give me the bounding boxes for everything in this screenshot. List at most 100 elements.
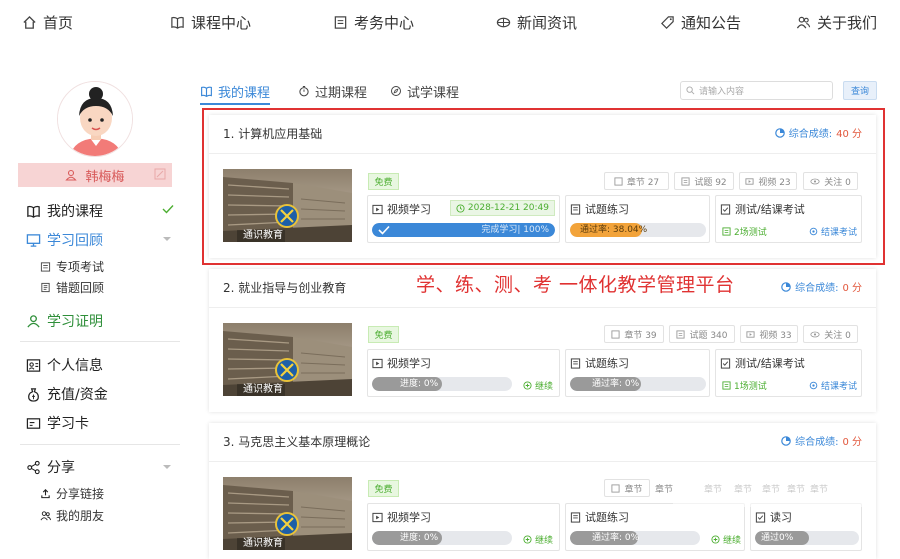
exercise-progress-bar: 通过率: 0% xyxy=(570,377,706,391)
book-icon xyxy=(27,205,40,218)
stat-label: 试题 340 xyxy=(689,330,728,341)
continue-button[interactable]: 继续 xyxy=(523,379,553,392)
video-study-box[interactable]: 视频学习 进度: 0% 继续 xyxy=(367,349,560,397)
nav-news[interactable]: 新闻资讯 xyxy=(496,11,577,33)
promo-caption: 学、练、测、考 一体化教学管理平台 xyxy=(416,274,735,296)
id-card-icon xyxy=(26,358,41,372)
video-study-box[interactable]: 视频学习 进度: 0% 继续 xyxy=(367,503,560,551)
card-divider xyxy=(209,461,876,462)
course-title[interactable]: 2. 就业指导与创业教育 xyxy=(223,279,346,296)
stat-videos: 视频 33 xyxy=(740,325,798,343)
chevron-down-icon[interactable] xyxy=(162,464,172,470)
play-circle-icon xyxy=(523,535,532,544)
test-exam-box[interactable]: 测试/结课考试 1场测试 结课考试 xyxy=(715,349,862,397)
tab-my-courses[interactable]: 我的课程 xyxy=(200,82,270,101)
video-icon xyxy=(372,512,383,522)
sidebar: 韩梅梅 我的课程 学习回顾 专项考试 错题回顾 学习证明 个人信息 充值/资金 … xyxy=(0,44,190,559)
sidebar-item-review[interactable]: 学习回顾 xyxy=(26,230,103,250)
sidebar-subitem-label: 专项考试 xyxy=(56,260,105,274)
sidebar-item-label: 学习回顾 xyxy=(47,233,103,249)
home-icon xyxy=(23,15,36,29)
tab-expired[interactable]: 过期课程 xyxy=(298,82,368,101)
sidebar-item-recharge[interactable]: 充值/资金 xyxy=(26,384,108,404)
document-icon xyxy=(570,357,581,369)
sidebar-subitem-share-link[interactable]: 分享链接 xyxy=(40,485,104,502)
video-study-title: 视频学习 xyxy=(372,355,431,371)
continue-button[interactable]: 继续 xyxy=(523,533,553,546)
course-score[interactable]: 综合成绩: 0 分 xyxy=(781,279,862,294)
video-study-title: 视频学习 xyxy=(372,509,431,525)
continue-label: 继续 xyxy=(722,536,741,546)
sidebar-subitem-friends[interactable]: 我的朋友 xyxy=(40,507,104,524)
sidebar-subitem-label: 我的朋友 xyxy=(56,509,105,523)
course-thumbnail[interactable]: 通识教育 xyxy=(223,323,352,396)
sidebar-divider xyxy=(20,341,180,342)
tab-label: 过期课程 xyxy=(315,85,368,101)
progress-label: 通过0% xyxy=(761,533,794,543)
top-navigation: 首页 课程中心 考务中心 新闻资讯 通知公告 关于我们 xyxy=(0,0,900,44)
course-title[interactable]: 3. 马克思主义基本原理概论 xyxy=(223,433,370,450)
nav-home[interactable]: 首页 xyxy=(22,11,73,33)
test-exam-box[interactable]: 读习 通过0% xyxy=(750,503,862,551)
test-count[interactable]: 1场测试 xyxy=(722,379,767,392)
thumbnail-caption: 通识教育 xyxy=(243,538,283,549)
exercise-box[interactable]: 试题练习 通过率: 0% xyxy=(565,349,710,397)
nav-exams[interactable]: 考务中心 xyxy=(333,11,414,33)
stat-follows: 关注 0 xyxy=(803,325,858,343)
box-title-label: 试题练习 xyxy=(585,511,629,524)
course-thumbnail[interactable]: 通识教育 xyxy=(223,477,352,550)
sidebar-item-my-courses[interactable]: 我的课程 xyxy=(26,201,103,221)
monitor-icon xyxy=(26,233,41,247)
tab-trial[interactable]: 试学课程 xyxy=(390,82,459,101)
search-placeholder: 请输入内容 xyxy=(699,87,745,97)
sidebar-subitem-special-exam[interactable]: 专项考试 xyxy=(40,258,104,275)
search-button[interactable]: 查询 xyxy=(843,81,877,100)
continue-button[interactable]: 继续 xyxy=(711,533,741,546)
progress-label: 通过率: 0% xyxy=(592,533,640,543)
username-bar: 韩梅梅 xyxy=(18,163,172,187)
stat-label: 视频 33 xyxy=(759,330,792,341)
final-exam-link[interactable]: 结课考试 xyxy=(809,379,857,392)
sidebar-item-study-card[interactable]: 学习卡 xyxy=(26,413,89,433)
pie-chart-icon xyxy=(781,435,791,446)
sidebar-subitem-label: 分享链接 xyxy=(56,487,105,501)
nav-notices[interactable]: 通知公告 xyxy=(660,11,741,33)
video-progress-bar: 进度: 0% xyxy=(372,377,512,391)
exam-icon xyxy=(755,511,766,523)
sidebar-subitem-label: 错题回顾 xyxy=(56,281,105,295)
tag-icon xyxy=(661,15,674,29)
user-icon xyxy=(65,169,78,181)
video-icon xyxy=(372,358,383,368)
sidebar-item-label: 个人信息 xyxy=(47,358,103,374)
course-score[interactable]: 综合成绩: 0 分 xyxy=(781,433,862,448)
expand-icon[interactable] xyxy=(154,168,166,180)
box-title-label: 视频学习 xyxy=(387,357,431,370)
box-title-label: 视频学习 xyxy=(387,511,431,524)
search-input[interactable]: 请输入内容 xyxy=(680,81,833,100)
nav-about[interactable]: 关于我们 xyxy=(796,11,877,33)
score-value: 0 分 xyxy=(842,283,862,294)
avatar[interactable] xyxy=(57,81,133,157)
sidebar-item-label: 学习证明 xyxy=(47,314,103,330)
exam-icon xyxy=(720,357,731,369)
blurred-region xyxy=(673,477,863,507)
stat-chapters: 章节 xyxy=(604,479,650,497)
chevron-down-icon[interactable] xyxy=(162,236,172,242)
exercise-box[interactable]: 试题练习 通过率: 0% 继续 xyxy=(565,503,745,551)
sidebar-item-profile[interactable]: 个人信息 xyxy=(26,355,103,375)
nav-courses[interactable]: 课程中心 xyxy=(170,11,251,33)
highlight-frame xyxy=(202,108,885,265)
stat-label: 关注 0 xyxy=(824,330,851,341)
continue-label: 继续 xyxy=(534,536,553,546)
open-book-icon xyxy=(171,16,184,29)
progress-label: 通过率: 0% xyxy=(592,379,640,389)
notes-icon xyxy=(41,282,50,293)
progress-label: 进度: 0% xyxy=(400,379,439,389)
chapter-icon xyxy=(611,329,620,339)
share-icon xyxy=(27,460,40,474)
sidebar-subitem-wrong-review[interactable]: 错题回顾 xyxy=(40,279,104,296)
score-label: 综合成绩: xyxy=(795,283,839,294)
sidebar-item-certificate[interactable]: 学习证明 xyxy=(26,311,103,331)
compass-icon xyxy=(391,86,401,96)
sidebar-item-share[interactable]: 分享 xyxy=(26,457,75,477)
